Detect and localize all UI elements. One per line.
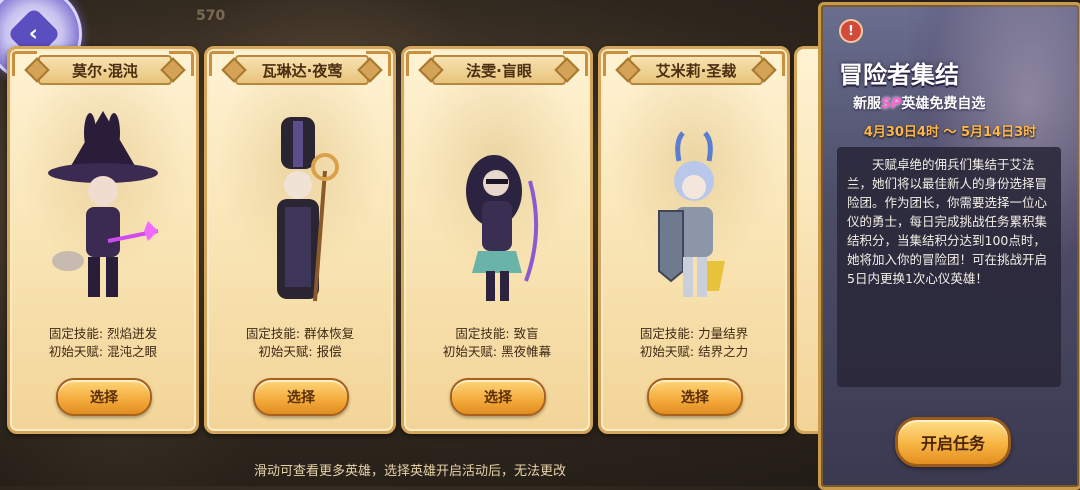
hero-name-banner: 艾米莉·圣裁 [629,55,763,85]
select-button[interactable]: 选择 [450,378,546,416]
hero-card-3[interactable]: 法雯·盲眼 固定技能: 致盲 初始天赋: 黑夜帷幕 选择 [401,46,593,434]
select-button[interactable]: 选择 [647,378,743,416]
hero-portrait-emily [658,131,725,297]
subtitle-suffix: 英雄免费自选 [901,96,986,112]
scroll-hint-text: 滑动可查看更多英雄，选择英雄开启活动后，无法更改 [253,464,566,479]
event-date-range: 4月30日4时 ～ 5月14日3时 [863,125,1037,140]
fixed-skill-text: 固定技能: 群体恢复 [245,326,355,341]
fixed-skill-text: 固定技能: 致盲 [455,326,539,341]
event-description: 天赋卓绝的佣兵们集结于艾法兰，她们将以最佳新人的身份选择冒险团。作为团长，你需要… [847,157,1048,286]
event-subtitle: 新服SP英雄免费自选 [853,93,985,113]
hero-portrait-mor [48,111,158,297]
event-panel: ! 冒险者集结 新服SP英雄免费自选 4月30日4时 ～ 5月14日3时 天赋卓… [818,2,1080,490]
initial-talent-text: 初始天赋: 混沌之眼 [48,344,158,359]
initial-talent-text: 初始天赋: 报偿 [258,344,342,359]
fixed-skill-text: 固定技能: 烈焰迸发 [48,326,158,341]
hero-card-2[interactable]: 瓦琳达·夜莺 固定技能: 群体恢复 初始天赋: 报偿 选择 [204,46,396,434]
hero-name-banner: 瓦琳达·夜莺 [235,55,369,85]
hero-card-4[interactable]: 艾米莉·圣裁 固定技能: 力量结界 初始天赋: 结界之力 选择 [598,46,790,434]
event-title: 冒险者集结 [839,61,959,89]
fixed-skill-text: 固定技能: 力量结界 [639,326,749,341]
hero-name-banner: 莫尔·混沌 [38,55,172,85]
select-button[interactable]: 选择 [253,378,349,416]
event-description-box: 天赋卓绝的佣兵们集结于艾法兰，她们将以最佳新人的身份选择冒险团。作为团长，你需要… [837,147,1061,387]
hero-card-1[interactable]: 莫尔·混沌 固定技能: 烈焰迸发 初始天赋: 混沌之眼 选择 [7,46,199,434]
top-counter: 570 [196,8,226,24]
start-mission-button[interactable]: 开启任务 [895,417,1011,467]
hero-portrait-valinda [277,117,339,302]
subtitle-prefix: 新服 [853,96,881,112]
hero-portrait-faven [466,155,539,301]
initial-talent-text: 初始天赋: 结界之力 [639,344,749,359]
sp-badge-icon: SP [881,96,902,112]
select-button[interactable]: 选择 [56,378,152,416]
initial-talent-text: 初始天赋: 黑夜帷幕 [442,344,552,359]
hero-name-banner: 法雯·盲眼 [432,55,566,85]
alert-icon[interactable]: ! [839,19,863,43]
